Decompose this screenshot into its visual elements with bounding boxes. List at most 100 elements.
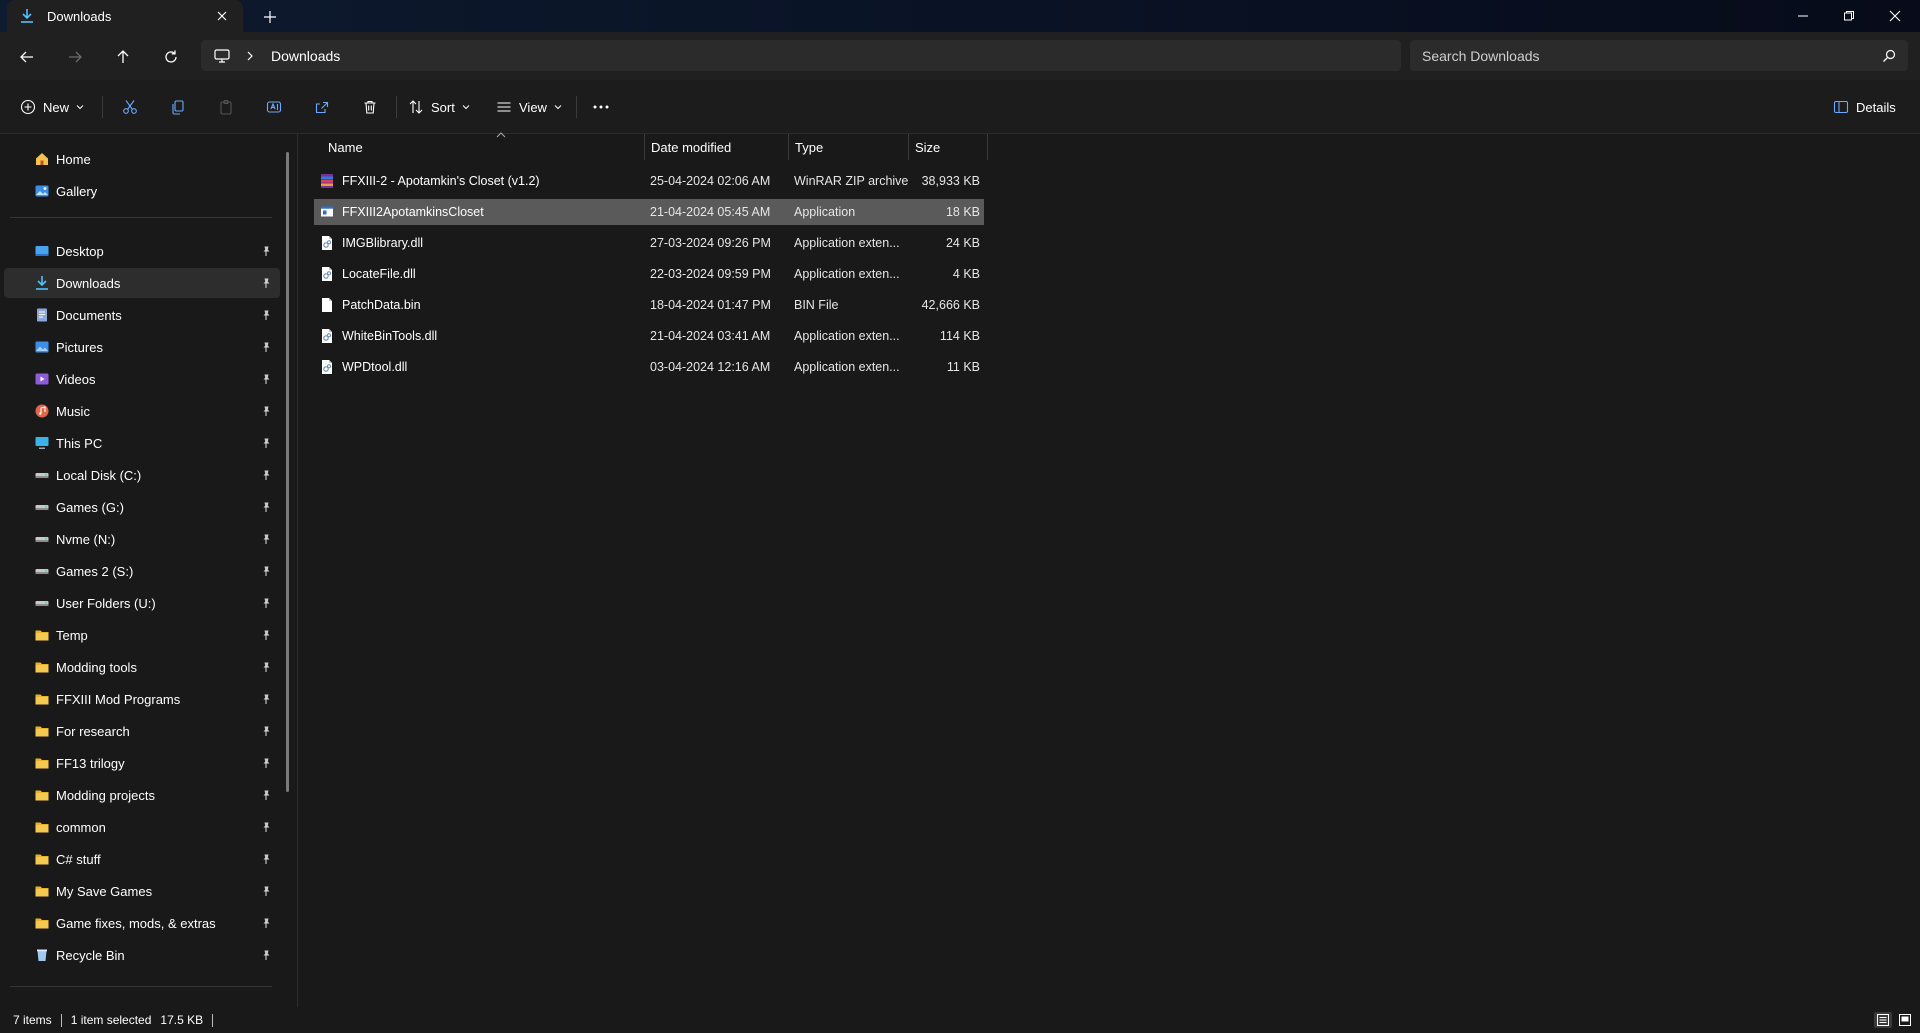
refresh-button[interactable] bbox=[156, 42, 186, 72]
more-options-button[interactable] bbox=[584, 90, 618, 124]
pin-icon[interactable] bbox=[260, 277, 272, 289]
file-name-cell[interactable]: WPDtool.dll bbox=[320, 354, 407, 380]
restore-button[interactable] bbox=[1826, 0, 1872, 32]
rename-button[interactable] bbox=[258, 90, 290, 124]
details-button[interactable]: Details bbox=[1825, 90, 1904, 124]
sidebar-item-pictures[interactable]: Pictures bbox=[4, 332, 280, 362]
file-row[interactable]: FFXIII2ApotamkinsCloset 21-04-2024 05:45 … bbox=[314, 199, 984, 225]
pin-icon[interactable] bbox=[260, 789, 272, 801]
status-divider bbox=[212, 1013, 214, 1027]
sidebar-item-gallery[interactable]: Gallery bbox=[4, 176, 280, 206]
pin-icon[interactable] bbox=[260, 821, 272, 833]
monitor-icon[interactable] bbox=[213, 48, 231, 64]
view-button[interactable]: View bbox=[488, 90, 570, 124]
sidebar-item-recycle-bin[interactable]: Recycle Bin bbox=[4, 940, 280, 970]
sidebar-item-c-stuff[interactable]: C# stuff bbox=[4, 844, 280, 874]
search-box[interactable] bbox=[1410, 40, 1908, 71]
sidebar-item-documents[interactable]: Documents bbox=[4, 300, 280, 330]
sidebar-item-downloads[interactable]: Downloads bbox=[4, 268, 280, 298]
sidebar-scrollbar[interactable] bbox=[286, 152, 289, 792]
file-row[interactable]: FFXIII-2 - Apotamkin's Closet (v1.2) 25-0… bbox=[314, 168, 984, 194]
pin-icon[interactable] bbox=[260, 245, 272, 257]
column-divider[interactable] bbox=[987, 134, 988, 160]
file-row[interactable]: WhiteBinTools.dll 21-04-2024 03:41 AM Appl… bbox=[314, 323, 984, 349]
file-row[interactable]: WPDtool.dll 03-04-2024 12:16 AM Applicatio… bbox=[314, 354, 984, 380]
file-name-cell[interactable]: PatchData.bin bbox=[320, 292, 421, 318]
minimize-button[interactable] bbox=[1780, 0, 1826, 32]
sidebar-item-game-fixes-mods-extras[interactable]: Game fixes, mods, & extras bbox=[4, 908, 280, 938]
sidebar-item-my-save-games[interactable]: My Save Games bbox=[4, 876, 280, 906]
pin-icon[interactable] bbox=[260, 661, 272, 673]
tab-downloads[interactable]: Downloads bbox=[7, 0, 243, 32]
sidebar-item-videos[interactable]: Videos bbox=[4, 364, 280, 394]
pin-icon[interactable] bbox=[260, 949, 272, 961]
navigation-bar: Downloads bbox=[0, 32, 1920, 80]
search-icon[interactable] bbox=[1882, 49, 1896, 63]
pin-icon[interactable] bbox=[260, 853, 272, 865]
sidebar-item-games-g[interactable]: Games (G:) bbox=[4, 492, 280, 522]
file-name-cell[interactable]: WhiteBinTools.dll bbox=[320, 323, 437, 349]
details-view-toggle[interactable] bbox=[1874, 1012, 1892, 1028]
file-name-cell[interactable]: FFXIII-2 - Apotamkin's Closet (v1.2) bbox=[320, 168, 540, 194]
sidebar-item-user-folders-u[interactable]: User Folders (U:) bbox=[4, 588, 280, 618]
file-row[interactable]: LocateFile.dll 22-03-2024 09:59 PM Applica… bbox=[314, 261, 984, 287]
sidebar-item-temp[interactable]: Temp bbox=[4, 620, 280, 650]
file-name-cell[interactable]: IMGBlibrary.dll bbox=[320, 230, 423, 256]
column-header-type[interactable]: Type bbox=[789, 134, 907, 160]
pin-icon[interactable] bbox=[260, 597, 272, 609]
pin-icon[interactable] bbox=[260, 629, 272, 641]
forward-button[interactable] bbox=[60, 42, 90, 72]
file-name-cell[interactable]: LocateFile.dll bbox=[320, 261, 416, 287]
sidebar-item-modding-projects[interactable]: Modding projects bbox=[4, 780, 280, 810]
pin-icon[interactable] bbox=[260, 565, 272, 577]
new-tab-button[interactable] bbox=[258, 6, 282, 28]
file-name-cell[interactable]: FFXIII2ApotamkinsCloset bbox=[320, 199, 484, 225]
breadcrumb-downloads[interactable]: Downloads bbox=[271, 48, 340, 64]
column-header-date[interactable]: Date modified bbox=[645, 134, 785, 160]
pin-icon[interactable] bbox=[260, 373, 272, 385]
file-row[interactable]: IMGBlibrary.dll 27-03-2024 09:26 PM Applic… bbox=[314, 230, 984, 256]
sidebar-item-modding-tools[interactable]: Modding tools bbox=[4, 652, 280, 682]
tiles-view-toggle[interactable] bbox=[1896, 1012, 1914, 1028]
column-header-size[interactable]: Size bbox=[909, 134, 983, 160]
pin-icon[interactable] bbox=[260, 501, 272, 513]
pin-icon[interactable] bbox=[260, 917, 272, 929]
pin-icon[interactable] bbox=[260, 469, 272, 481]
copy-button[interactable] bbox=[162, 90, 194, 124]
up-button[interactable] bbox=[108, 42, 138, 72]
pin-icon[interactable] bbox=[260, 725, 272, 737]
breadcrumb-chevron-icon[interactable] bbox=[245, 51, 255, 61]
delete-button[interactable] bbox=[354, 90, 386, 124]
search-input[interactable] bbox=[1422, 47, 1882, 64]
close-tab-button[interactable] bbox=[211, 5, 233, 27]
pin-icon[interactable] bbox=[260, 757, 272, 769]
sidebar-item-home[interactable]: Home bbox=[4, 144, 280, 174]
pin-icon[interactable] bbox=[260, 309, 272, 321]
share-button[interactable] bbox=[306, 90, 338, 124]
sidebar-item-ff13-trilogy[interactable]: FF13 trilogy bbox=[4, 748, 280, 778]
sidebar-item-desktop[interactable]: Desktop bbox=[4, 236, 280, 266]
sidebar-item-common[interactable]: common bbox=[4, 812, 280, 842]
pin-icon[interactable] bbox=[260, 693, 272, 705]
sidebar-item-music[interactable]: Music bbox=[4, 396, 280, 426]
sidebar-item-games-2-s[interactable]: Games 2 (S:) bbox=[4, 556, 280, 586]
paste-button[interactable] bbox=[210, 90, 242, 124]
pin-icon[interactable] bbox=[260, 405, 272, 417]
pin-icon[interactable] bbox=[260, 437, 272, 449]
sidebar-item-this-pc[interactable]: This PC bbox=[4, 428, 280, 458]
sidebar-item-local-disk-c[interactable]: Local Disk (C:) bbox=[4, 460, 280, 490]
close-window-button[interactable] bbox=[1872, 0, 1918, 32]
new-button[interactable]: New bbox=[12, 90, 92, 124]
pin-icon[interactable] bbox=[260, 341, 272, 353]
sidebar-item-nvme-n[interactable]: Nvme (N:) bbox=[4, 524, 280, 554]
column-header-name[interactable]: Name bbox=[316, 132, 636, 160]
pin-icon[interactable] bbox=[260, 885, 272, 897]
address-bar[interactable]: Downloads bbox=[201, 40, 1401, 71]
pin-icon[interactable] bbox=[260, 533, 272, 545]
back-button[interactable] bbox=[12, 42, 42, 72]
sidebar-item-for-research[interactable]: For research bbox=[4, 716, 280, 746]
sort-button[interactable]: Sort bbox=[400, 90, 478, 124]
file-row[interactable]: PatchData.bin 18-04-2024 01:47 PM BIN File… bbox=[314, 292, 984, 318]
cut-button[interactable] bbox=[114, 90, 146, 124]
sidebar-item-ffxiii-mod-programs[interactable]: FFXIII Mod Programs bbox=[4, 684, 280, 714]
